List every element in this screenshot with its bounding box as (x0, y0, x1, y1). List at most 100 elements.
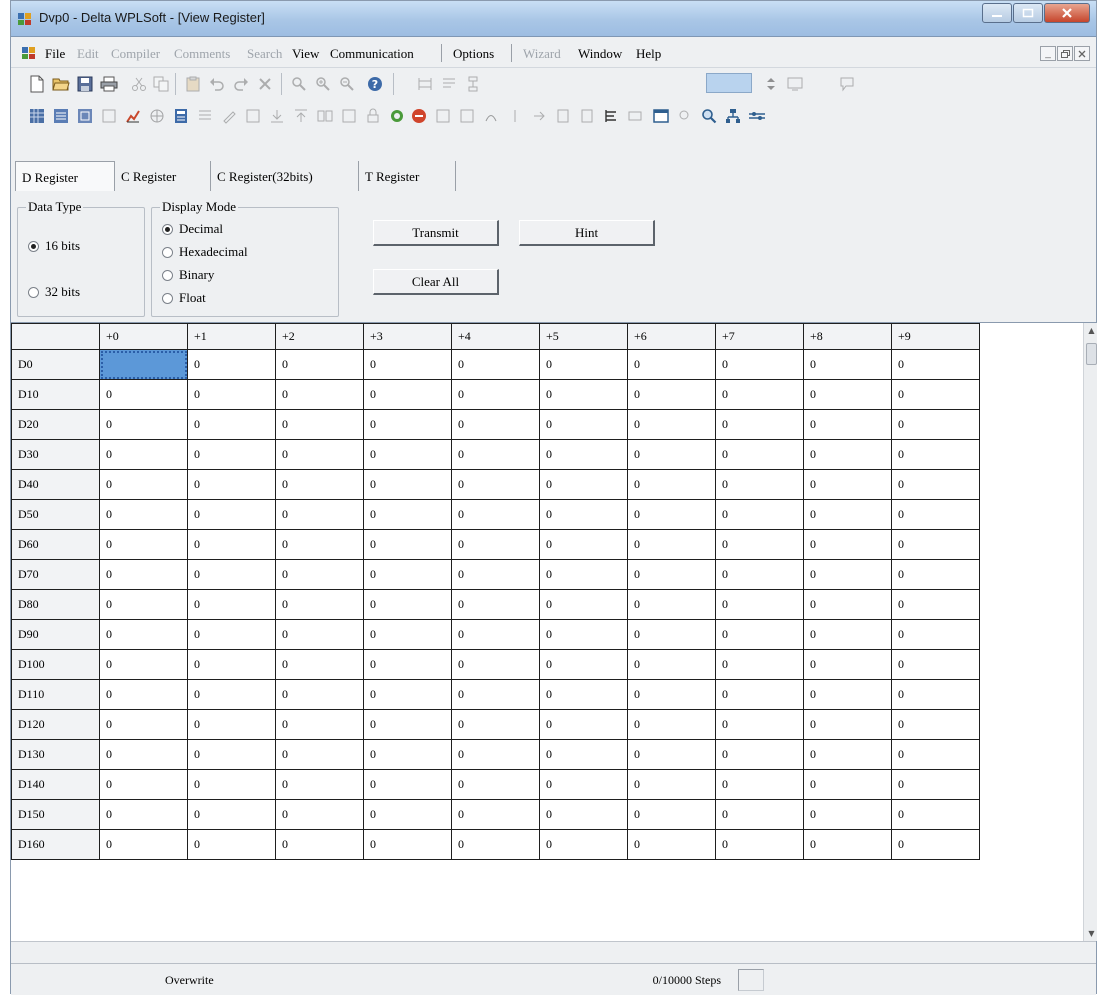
register-cell[interactable]: 0 (187, 649, 276, 680)
menu-options[interactable]: Options (453, 46, 494, 62)
register-cell[interactable]: 0 (891, 709, 980, 740)
register-cell[interactable]: 0 (187, 559, 276, 590)
register-cell[interactable]: 0 (715, 349, 804, 380)
register-cell[interactable]: 0 (715, 409, 804, 440)
zoom-in-icon[interactable] (313, 74, 333, 94)
register-cell[interactable]: 0 (891, 409, 980, 440)
scroll-thumb[interactable] (1086, 343, 1097, 365)
register-cell[interactable]: 0 (275, 349, 364, 380)
register-cell[interactable]: 0 (803, 589, 892, 620)
register-cell[interactable]: 0 (803, 499, 892, 530)
connect-icon[interactable] (147, 106, 167, 126)
register-cell[interactable]: 0 (715, 589, 804, 620)
register-cell[interactable]: 0 (363, 379, 452, 410)
register-cell[interactable]: 0 (275, 529, 364, 560)
network-icon[interactable] (723, 106, 743, 126)
register-cell[interactable]: 0 (275, 409, 364, 440)
register-cell[interactable]: 0 (99, 349, 188, 380)
register-cell[interactable]: 0 (275, 649, 364, 680)
register-cell[interactable]: 0 (627, 409, 716, 440)
menu-view[interactable]: View (292, 46, 319, 62)
radio-binary[interactable]: Binary (162, 267, 214, 283)
search-device-icon[interactable] (675, 106, 695, 126)
register-cell[interactable]: 0 (803, 379, 892, 410)
radio-hexadecimal-indicator[interactable] (162, 246, 173, 258)
register-cell[interactable]: 0 (187, 619, 276, 650)
register-cell[interactable]: 0 (627, 679, 716, 710)
tab-c-register-32bits[interactable]: C Register(32bits) (211, 161, 359, 191)
stop-icon[interactable] (409, 106, 429, 126)
redo-icon[interactable] (231, 74, 251, 94)
register-cell[interactable]: 0 (627, 349, 716, 380)
register-cell[interactable]: 0 (539, 529, 628, 560)
register-cell[interactable]: 0 (363, 799, 452, 830)
register-cell[interactable]: 0 (715, 529, 804, 560)
register-cell[interactable]: 0 (275, 589, 364, 620)
online-mode-icon[interactable] (747, 106, 767, 126)
register-cell[interactable]: 0 (451, 409, 540, 440)
register-cell[interactable]: 0 (275, 439, 364, 470)
menu-window[interactable]: Window (578, 46, 622, 62)
maximize-button[interactable] (1013, 3, 1043, 23)
title-bar[interactable]: Dvp0 - Delta WPLSoft - [View Register] (11, 1, 1096, 37)
register-cell[interactable]: 0 (627, 439, 716, 470)
mdi-restore-button[interactable] (1057, 46, 1073, 61)
register-cell[interactable]: 0 (539, 709, 628, 740)
register-cell[interactable]: 0 (99, 499, 188, 530)
radio-32-bits-indicator[interactable] (28, 286, 39, 298)
register-cell[interactable]: 0 (891, 619, 980, 650)
help-icon[interactable]: ? (365, 74, 385, 94)
register-cell[interactable]: 0 (715, 499, 804, 530)
instruction-view-icon[interactable] (439, 74, 459, 94)
register-cell[interactable]: 0 (187, 589, 276, 620)
register-cell[interactable]: 0 (627, 559, 716, 590)
register-cell[interactable]: 0 (363, 769, 452, 800)
cut-icon[interactable] (129, 74, 149, 94)
mdi-close-button[interactable] (1074, 46, 1090, 61)
register-cell[interactable]: 0 (539, 409, 628, 440)
register-cell[interactable]: 0 (99, 559, 188, 590)
comment-icon[interactable] (837, 74, 857, 94)
copy-icon[interactable] (151, 74, 171, 94)
register-cell[interactable]: 0 (187, 529, 276, 560)
register-cell[interactable]: 0 (451, 649, 540, 680)
register-cell[interactable]: 0 (803, 739, 892, 770)
radio-hexadecimal[interactable]: Hexadecimal (162, 244, 248, 260)
write-icon[interactable] (219, 106, 239, 126)
print-icon[interactable] (99, 74, 119, 94)
register-cell[interactable]: 0 (803, 829, 892, 860)
register-cell[interactable]: 0 (891, 439, 980, 470)
register-cell[interactable]: 0 (891, 499, 980, 530)
register-cell[interactable]: 0 (891, 739, 980, 770)
register-cell[interactable]: 0 (363, 829, 452, 860)
device-grid-icon[interactable] (27, 106, 47, 126)
set-value-icon[interactable] (625, 106, 645, 126)
register-cell[interactable]: 0 (451, 589, 540, 620)
register-cell[interactable]: 0 (715, 769, 804, 800)
register-cell[interactable]: 0 (187, 829, 276, 860)
new-file-icon[interactable] (27, 74, 47, 94)
setting-icon[interactable] (505, 106, 525, 126)
register-cell[interactable]: 0 (627, 769, 716, 800)
tab-d-register[interactable]: D Register (15, 161, 115, 191)
register-cell[interactable]: 0 (803, 619, 892, 650)
register-cell[interactable]: 0 (803, 709, 892, 740)
wplsoft-app-icon[interactable] (17, 11, 33, 27)
radio-16-bits-indicator[interactable] (28, 240, 39, 252)
register-cell[interactable]: 0 (99, 619, 188, 650)
register-grid[interactable]: +0 +1 +2 +3 +4 +5 +6 +7 +8 +9 D0 0 0 0 0 0 0 0 0 0 0 D10 0 0 0 0… (11, 323, 1083, 941)
register-cell[interactable]: 0 (539, 739, 628, 770)
register-cell[interactable]: 0 (539, 589, 628, 620)
scroll-up-icon[interactable]: ▲ (1084, 323, 1097, 338)
register-cell[interactable]: 0 (99, 589, 188, 620)
register-cell[interactable]: 0 (803, 439, 892, 470)
register-cell[interactable]: 0 (451, 679, 540, 710)
register-cell[interactable]: 0 (715, 679, 804, 710)
register-cell[interactable]: 0 (715, 649, 804, 680)
register-cell[interactable]: 0 (891, 679, 980, 710)
register-cell[interactable]: 0 (539, 769, 628, 800)
register-cell[interactable]: 0 (715, 439, 804, 470)
radio-binary-indicator[interactable] (162, 269, 173, 281)
register-cell[interactable]: 0 (99, 739, 188, 770)
register-cell[interactable]: 0 (275, 799, 364, 830)
